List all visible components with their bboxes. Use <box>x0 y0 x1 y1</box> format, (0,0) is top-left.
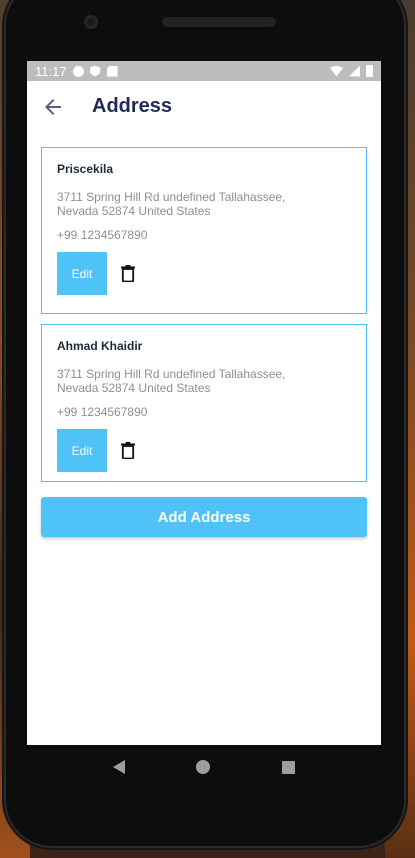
edit-button[interactable]: Edit <box>57 429 107 472</box>
sd-card-icon <box>106 65 118 77</box>
gear-icon <box>72 65 84 77</box>
trash-icon <box>121 265 135 282</box>
add-address-button[interactable]: Add Address <box>41 497 367 537</box>
address-list: Priscekila 3711 Spring Hill Rd undefined… <box>27 131 381 482</box>
shield-icon <box>89 65 101 77</box>
earpiece-speaker <box>162 17 276 27</box>
arrow-left-icon <box>45 99 61 115</box>
address-phone: +99 1234567890 <box>57 405 148 419</box>
address-line: 3711 Spring Hill Rd undefined Tallahasse… <box>57 367 286 395</box>
delete-button[interactable] <box>119 264 137 284</box>
delete-button[interactable] <box>119 441 137 461</box>
wifi-icon <box>330 65 343 77</box>
nav-recents-icon[interactable] <box>282 760 296 774</box>
address-card: Ahmad Khaidir 3711 Spring Hill Rd undefi… <box>41 324 367 482</box>
address-card: Priscekila 3711 Spring Hill Rd undefined… <box>41 147 367 314</box>
battery-icon <box>366 65 373 77</box>
status-time: 11:17 <box>35 63 67 79</box>
address-phone: +99 1234567890 <box>57 228 148 242</box>
signal-icon <box>349 65 360 77</box>
app-screen: 11:17 Address Priscekila 3711 Spring Hil… <box>27 61 381 745</box>
nav-home-icon[interactable] <box>196 760 211 774</box>
back-button[interactable] <box>41 95 65 119</box>
nav-back-icon[interactable] <box>112 760 125 774</box>
page-title: Address <box>92 95 173 117</box>
address-line: 3711 Spring Hill Rd undefined Tallahasse… <box>57 190 286 218</box>
system-nav-bar <box>27 745 381 789</box>
card-actions: Edit <box>57 252 351 295</box>
edit-button[interactable]: Edit <box>57 252 107 295</box>
app-bar: Address <box>27 81 381 131</box>
status-bar: 11:17 <box>27 61 381 81</box>
trash-icon <box>121 442 135 459</box>
front-camera <box>84 15 98 29</box>
card-actions: Edit <box>57 429 351 472</box>
address-name: Priscekila <box>57 162 114 176</box>
address-name: Ahmad Khaidir <box>57 339 143 353</box>
